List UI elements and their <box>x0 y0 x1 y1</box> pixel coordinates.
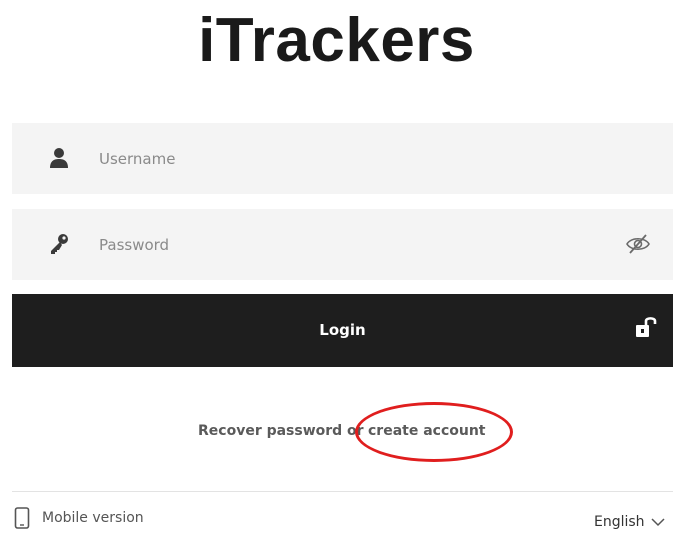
username-field[interactable] <box>12 123 673 194</box>
username-input[interactable] <box>88 123 608 194</box>
login-button-label: Login <box>319 321 366 339</box>
user-icon <box>50 148 68 168</box>
language-selected: English <box>594 514 645 530</box>
eye-slash-icon[interactable] <box>625 233 651 255</box>
or-text: or <box>347 423 364 439</box>
create-account-link[interactable]: create account <box>368 423 486 439</box>
account-links: Recover password or create account <box>0 421 673 443</box>
password-input[interactable] <box>88 209 608 280</box>
recover-password-link[interactable]: Recover password <box>198 423 342 439</box>
app-title: iTrackers <box>198 6 475 75</box>
password-field[interactable] <box>12 209 673 280</box>
login-page: iTrackers Login Recover password or <box>0 0 673 533</box>
login-button[interactable]: Login <box>12 294 673 367</box>
key-icon <box>51 234 68 254</box>
mobile-version-label: Mobile version <box>42 510 144 526</box>
language-select[interactable]: English <box>588 511 673 533</box>
footer-divider <box>12 491 673 492</box>
chevron-down-icon <box>651 518 665 527</box>
mobile-phone-icon <box>14 507 30 529</box>
unlock-icon <box>636 317 657 337</box>
